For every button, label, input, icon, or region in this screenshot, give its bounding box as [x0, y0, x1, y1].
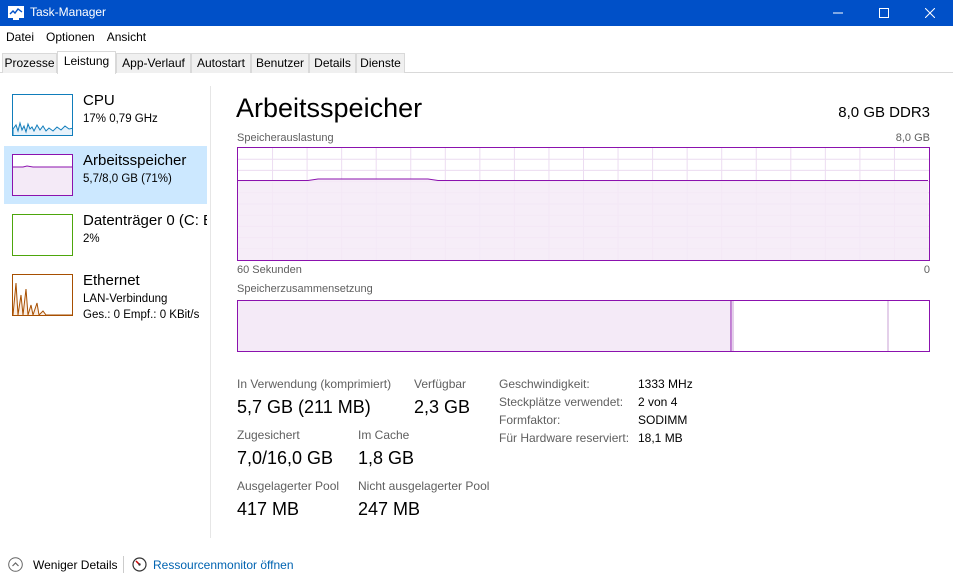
form-factor-label: Formfaktor: [499, 413, 561, 427]
memory-usage-svg [238, 148, 929, 260]
usage-area [238, 178, 929, 260]
sidebar-item-memory[interactable]: Arbeitsspeicher 5,7/8,0 GB (71%) [4, 146, 207, 204]
page-title: Arbeitsspeicher [236, 93, 423, 123]
close-icon [925, 8, 935, 18]
speed-label: Geschwindigkeit: [499, 377, 590, 391]
menu-bar: Datei Optionen Ansicht [0, 26, 953, 48]
composition-label: Speicherzusammensetzung [237, 283, 373, 295]
in-use-label: In Verwendung (komprimiert) [237, 377, 392, 391]
window-title: Task-Manager [30, 5, 107, 19]
menu-optionen[interactable]: Optionen [40, 26, 101, 48]
usage-graph-max: 8,0 GB [895, 132, 930, 144]
committed-label: Zugesichert [237, 428, 300, 442]
chevron-up-circle-icon[interactable] [8, 557, 23, 572]
tab-leistung[interactable]: Leistung [57, 51, 116, 74]
tab-prozesse[interactable]: Prozesse [2, 53, 57, 73]
performance-sidebar: CPU 17% 0,79 GHz Arbeitsspeicher 5,7/8,0… [0, 86, 211, 538]
cached-value: 1,8 GB [358, 448, 415, 468]
time-axis-right: 0 [923, 264, 930, 276]
minimize-icon [833, 12, 843, 14]
memory-composition-bar [237, 300, 930, 352]
sidebar-disk-name: Datenträger 0 (C: E [83, 212, 207, 229]
disk-sparkline [13, 215, 73, 256]
menu-datei[interactable]: Datei [0, 26, 40, 48]
hardware-reserved-label: Für Hardware reserviert: [499, 431, 630, 445]
form-factor-value: SODIMM [638, 413, 688, 427]
composition-svg [238, 301, 889, 351]
available-value: 2,3 GB [414, 397, 471, 417]
sidebar-cpu-name: CPU [83, 92, 115, 109]
cpu-sparkline [13, 121, 72, 135]
paged-pool-label: Ausgelagerter Pool [237, 479, 340, 493]
fewer-details-button[interactable]: Weniger Details [33, 558, 117, 572]
cached-label: Im Cache [358, 428, 410, 442]
memory-thumbnail-graph [12, 154, 73, 196]
tab-app-verlauf[interactable]: App-Verlauf [116, 53, 191, 73]
maximize-icon [879, 8, 889, 18]
usage-graph-label: Speicherauslastung [237, 132, 334, 144]
menu-ansicht[interactable]: Ansicht [101, 26, 152, 48]
memory-spec: 8,0 GB DDR3 [838, 104, 930, 121]
title-bar[interactable]: Task-Manager [0, 0, 953, 26]
hardware-reserved-value: 18,1 MB [638, 431, 683, 445]
footer-divider [123, 556, 124, 573]
sidebar-item-ethernet[interactable]: Ethernet LAN-Verbindung Ges.: 0 Empf.: 0… [4, 266, 207, 324]
tab-benutzer[interactable]: Benutzer [251, 53, 309, 73]
memory-usage-graph [237, 147, 930, 261]
slots-value: 2 von 4 [638, 395, 678, 409]
disk-thumbnail-graph [12, 214, 73, 256]
open-resource-monitor-link[interactable]: Ressourcenmonitor öffnen [153, 558, 294, 572]
sidebar-ethernet-sub: LAN-Verbindung [83, 293, 168, 305]
available-label: Verfügbar [414, 377, 467, 391]
resource-monitor-icon[interactable] [132, 557, 147, 572]
sidebar-cpu-sub: 17% 0,79 GHz [83, 113, 158, 125]
nonpaged-pool-label: Nicht ausgelagerter Pool [358, 479, 490, 493]
sidebar-ethernet-name: Ethernet [83, 272, 140, 289]
tab-autostart[interactable]: Autostart [191, 53, 251, 73]
sidebar-item-cpu[interactable]: CPU 17% 0,79 GHz [4, 86, 207, 144]
speed-value: 1333 MHz [638, 377, 693, 391]
task-manager-icon [8, 6, 24, 20]
ethernet-sparkline [13, 282, 72, 315]
tab-details[interactable]: Details [309, 53, 356, 73]
sidebar-memory-sub: 5,7/8,0 GB (71%) [83, 173, 172, 185]
ethernet-thumbnail-graph [12, 274, 73, 316]
slots-label: Steckplätze verwendet: [499, 395, 624, 409]
tab-dienste[interactable]: Dienste [356, 53, 405, 73]
in-use-value: 5,7 GB (211 MB) [237, 397, 371, 417]
maximize-button[interactable] [861, 0, 907, 26]
minimize-button[interactable] [815, 0, 861, 26]
memory-sparkline [13, 165, 72, 195]
sidebar-item-disk[interactable]: Datenträger 0 (C: E 2% [4, 206, 207, 264]
cpu-thumbnail-graph [12, 94, 73, 136]
sidebar-ethernet-detail: Ges.: 0 Empf.: 0 KBit/s [83, 309, 200, 321]
footer-bar: Weniger Details Ressourcenmonitor öffnen [0, 552, 953, 578]
paged-pool-value: 417 MB [237, 499, 300, 519]
sidebar-memory-name: Arbeitsspeicher [83, 152, 187, 169]
close-button[interactable] [907, 0, 953, 26]
nonpaged-pool-value: 247 MB [358, 499, 421, 519]
composition-in-use [238, 301, 731, 351]
time-axis-left: 60 Sekunden [237, 264, 302, 276]
tab-bar: Prozesse Leistung App-Verlauf Autostart … [0, 51, 953, 74]
committed-value: 7,0/16,0 GB [237, 448, 334, 468]
sidebar-disk-sub: 2% [83, 233, 100, 245]
